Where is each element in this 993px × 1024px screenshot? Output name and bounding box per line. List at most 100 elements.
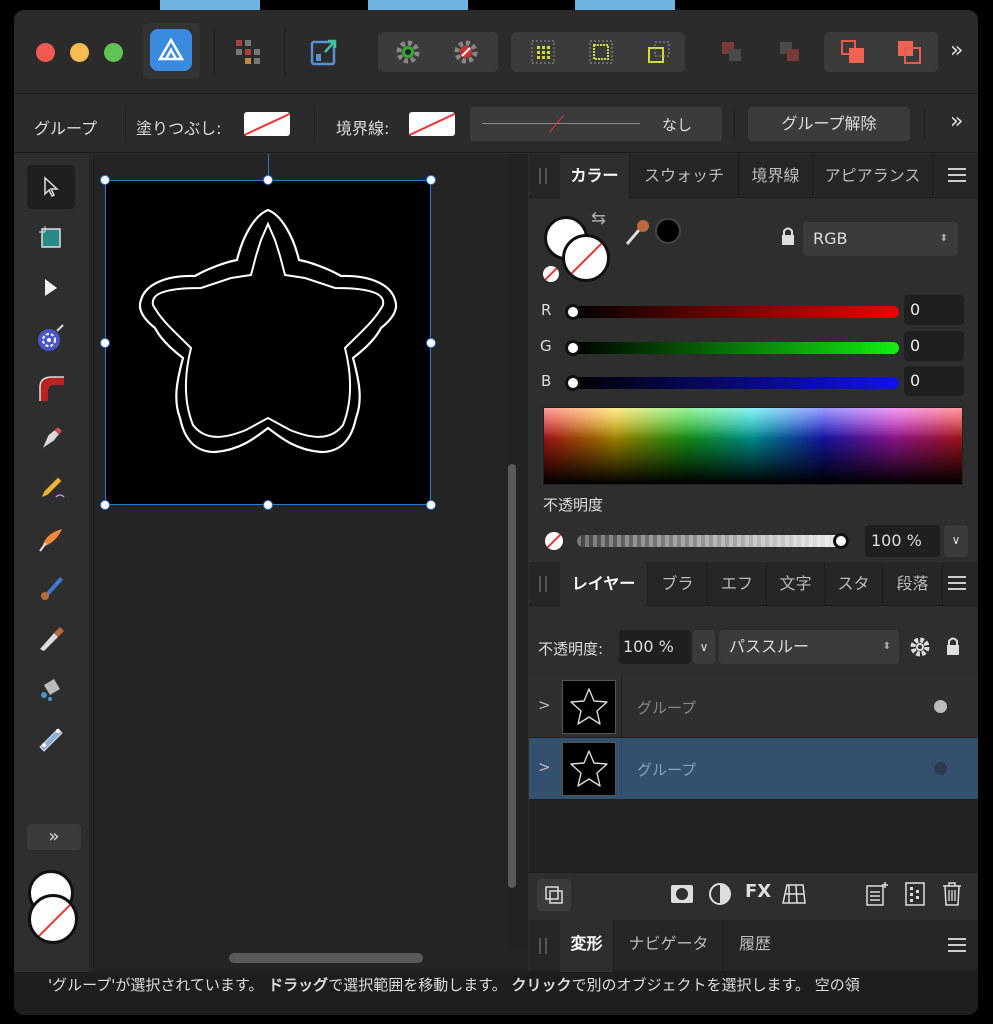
send-to-back-icon[interactable] [886,34,932,70]
toolbar-overflow-icon[interactable]: » [950,38,963,63]
vector-brush-tool-icon[interactable] [27,516,75,560]
expand-layer-icon[interactable]: > [538,758,551,776]
stroke-swatch[interactable] [409,112,455,136]
layer-settings-gear-icon[interactable] [909,636,931,662]
resize-handle-b[interactable] [263,500,273,510]
tab-character[interactable]: 文字 [767,562,825,606]
color-spectrum[interactable] [543,407,963,485]
pixel-persona-icon[interactable] [228,32,268,72]
tab-effects[interactable]: エフ [708,562,767,606]
tab-styles[interactable]: スタ [825,562,883,606]
minimize-window-button[interactable] [70,43,89,62]
tab-appearance[interactable]: アピアランス [813,154,933,198]
fx-layer-icon[interactable]: FX [745,881,771,902]
snapping-gear-icon[interactable] [386,34,430,70]
point-transform-tool-icon[interactable] [27,316,75,360]
fill-tool-icon[interactable] [27,666,75,710]
pencil-tool-icon[interactable] [27,466,75,510]
context-overflow-icon[interactable]: » [950,109,963,134]
pixel-grid-icon[interactable] [578,34,624,70]
artboard-tool-icon[interactable] [27,216,75,260]
opacity-slider-knob[interactable] [833,533,849,549]
horizontal-scrollbar[interactable] [229,953,423,963]
transparency-tool-icon[interactable] [27,716,75,760]
panel-grip-icon[interactable] [539,938,547,954]
b-slider[interactable] [573,377,899,389]
tab-layers[interactable]: レイヤー [560,562,648,606]
tools-stroke-swatch[interactable] [28,894,78,944]
color-picker-icon[interactable] [625,216,653,250]
tab-history[interactable]: 履歴 [724,920,786,972]
move-forward-icon[interactable] [772,34,808,70]
resize-handle-br[interactable] [426,500,436,510]
mask-layer-icon[interactable] [669,881,695,911]
zoom-window-button[interactable] [104,43,123,62]
tab-stroke[interactable]: 境界線 [739,154,813,198]
canvas-area[interactable] [91,154,528,948]
corner-tool-icon[interactable] [27,366,75,410]
live-filter-icon[interactable] [779,881,807,911]
add-pixel-layer-icon[interactable] [904,881,926,911]
resize-handle-r[interactable] [426,338,436,348]
fill-brush-tool-icon[interactable] [27,566,75,610]
move-tool-icon[interactable] [27,165,75,209]
ungroup-button[interactable]: グループ解除 [748,107,910,141]
layer-options-icon[interactable] [537,879,571,911]
tab-transform[interactable]: 変形 [560,920,614,972]
resize-handle-t[interactable] [263,175,273,185]
grid-icon[interactable] [520,34,566,70]
layer-visibility-icon[interactable] [934,762,947,775]
lock-icon[interactable] [780,226,796,250]
bring-to-front-icon[interactable] [830,34,876,70]
stroke-color-well[interactable] [562,234,610,282]
vertical-scrollbar[interactable] [508,464,516,888]
opacity-slider[interactable] [577,535,845,547]
export-persona-icon[interactable] [304,32,344,72]
resize-handle-bl[interactable] [100,500,110,510]
tab-brushes[interactable]: ブラ [648,562,708,606]
opacity-dropdown-icon[interactable]: ∨ [944,525,968,557]
snapping-off-icon[interactable] [444,34,488,70]
tools-expand-icon[interactable]: » [27,824,81,850]
delete-layer-icon[interactable] [941,881,963,911]
resize-handle-tr[interactable] [426,175,436,185]
add-layer-icon[interactable] [865,881,889,911]
layer-row[interactable]: > グループ [529,676,978,738]
blend-mode-select[interactable]: パススルー ⬍ [719,630,899,664]
g-slider-knob[interactable] [565,340,581,356]
panel-grip-icon[interactable] [539,576,547,592]
tab-paragraph[interactable]: 段落 [883,562,943,606]
g-value[interactable]: 0 [904,331,964,361]
none-color-icon[interactable] [543,266,559,282]
layer-row-selected[interactable]: > グループ [529,738,978,800]
r-slider-knob[interactable] [565,304,581,320]
resize-handle-l[interactable] [100,338,110,348]
opacity-value[interactable]: 100 % [865,525,940,557]
b-slider-knob[interactable] [565,375,581,391]
panel-menu-icon[interactable] [948,576,966,592]
designer-persona-button[interactable] [143,23,200,79]
r-slider[interactable] [573,306,899,318]
tab-navigator[interactable]: ナビゲータ [614,920,724,972]
swap-colors-icon[interactable]: ⇆ [591,208,606,229]
node-tool-icon[interactable] [27,266,75,310]
layer-visibility-icon[interactable] [934,700,947,713]
panel-grip-icon[interactable] [539,168,547,184]
knife-tool-icon[interactable] [27,616,75,660]
stroke-style-dropdown[interactable]: なし [470,107,722,141]
color-model-select[interactable]: RGB ⬍ [803,222,958,256]
b-value[interactable]: 0 [904,366,964,396]
fill-swatch[interactable] [244,112,290,136]
layer-opacity-dropdown-icon[interactable]: ∨ [693,630,715,664]
tab-color[interactable]: カラー [560,154,630,198]
resize-handle-tl[interactable] [100,175,110,185]
panel-menu-icon[interactable] [948,938,966,954]
move-back-icon[interactable] [714,34,750,70]
close-window-button[interactable] [36,43,55,62]
panel-menu-icon[interactable] [948,168,966,184]
expand-layer-icon[interactable]: > [538,696,551,714]
snap-to-shape-icon[interactable] [636,34,682,70]
pen-tool-icon[interactable] [27,416,75,460]
adjustment-layer-icon[interactable] [707,881,733,911]
layer-lock-icon[interactable] [945,636,961,660]
